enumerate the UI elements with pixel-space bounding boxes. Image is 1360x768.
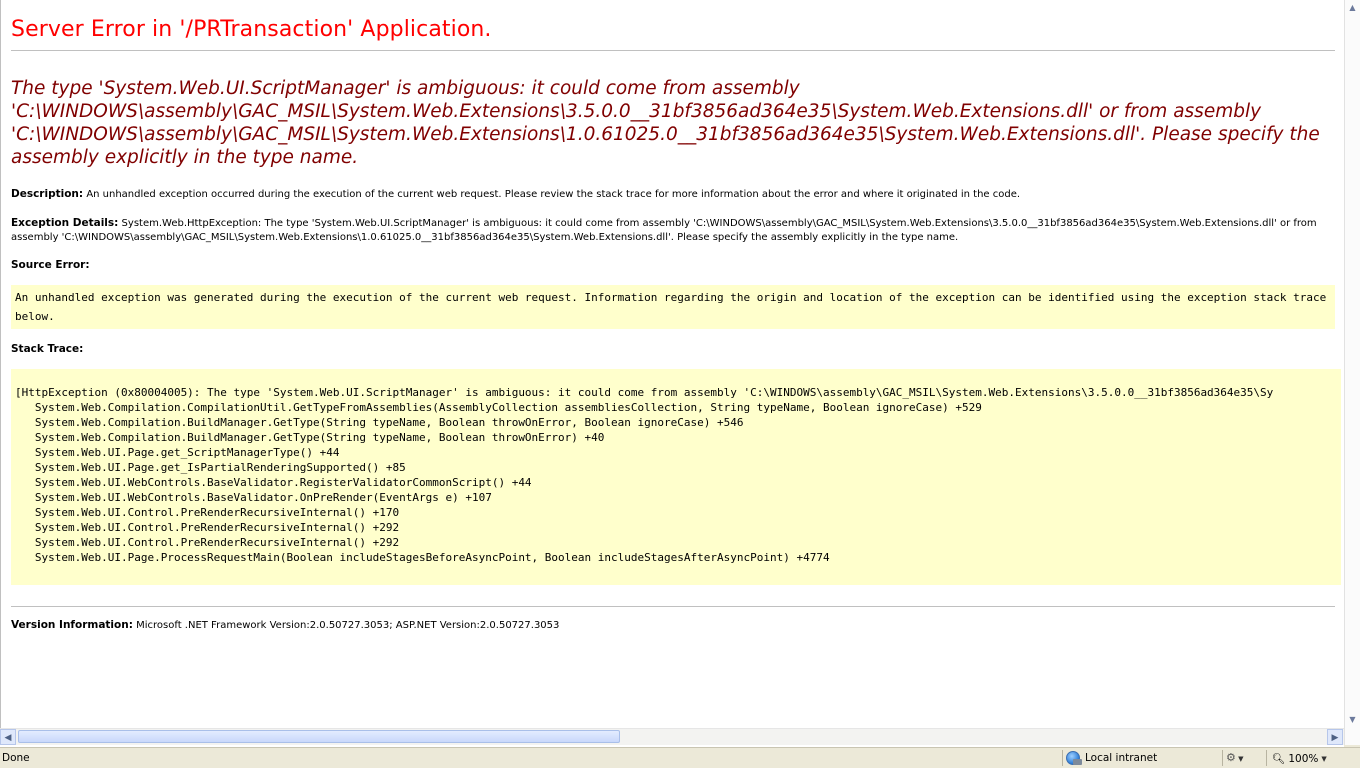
description-block: Description: An unhandled exception occu… <box>11 187 1333 202</box>
source-error-heading: Source Error: <box>11 259 90 271</box>
scroll-up-icon[interactable]: ▲ <box>1345 0 1360 16</box>
description-label: Description: <box>11 188 84 200</box>
source-error-box: An unhandled exception was generated dur… <box>11 285 1335 329</box>
title-divider <box>11 50 1335 51</box>
security-zone[interactable]: Local intranet <box>1066 750 1157 766</box>
zoom-level: 100% <box>1288 752 1319 765</box>
chevron-down-icon: ▼ <box>1235 755 1244 763</box>
status-text: Done <box>2 752 30 764</box>
vertical-scrollbar[interactable]: ▲ ▼ <box>1344 0 1360 745</box>
status-bar: Done Local intranet ⚙ ▼ 🔍︎ 100% ▼ <box>0 747 1360 768</box>
globe-icon <box>1066 751 1082 765</box>
status-separator <box>1222 750 1223 766</box>
stack-trace-heading: Stack Trace: <box>11 343 84 355</box>
page-viewport: Server Error in '/PRTransaction' Applica… <box>0 0 1345 728</box>
version-divider <box>11 606 1335 607</box>
stack-trace-box: [HttpException (0x80004005): The type 'S… <box>11 369 1341 585</box>
version-label: Version Information: <box>11 619 133 631</box>
horizontal-scrollbar[interactable]: ◀ ▶ <box>0 728 1344 745</box>
status-separator <box>1266 750 1267 766</box>
exception-details-text: System.Web.HttpException: The type 'Syst… <box>11 218 1317 243</box>
page-content: Server Error in '/PRTransaction' Applica… <box>1 14 1345 633</box>
status-separator <box>1062 750 1063 766</box>
version-text: Microsoft .NET Framework Version:2.0.507… <box>136 620 560 631</box>
magnifier-icon: 🔍︎ <box>1272 753 1286 765</box>
exception-details-label: Exception Details: <box>11 217 119 229</box>
version-information: Version Information: Microsoft .NET Fram… <box>11 618 1333 633</box>
zoom-control[interactable]: 🔍︎ 100% ▼ <box>1272 752 1327 766</box>
exception-details-block: Exception Details: System.Web.HttpExcept… <box>11 216 1333 245</box>
zone-text: Local intranet <box>1085 752 1158 764</box>
page-title: Server Error in '/PRTransaction' Applica… <box>11 17 492 42</box>
horizontal-scroll-thumb[interactable] <box>18 730 620 743</box>
description-text: An unhandled exception occurred during t… <box>86 189 1021 200</box>
scroll-down-icon[interactable]: ▼ <box>1345 712 1360 728</box>
scroll-right-icon[interactable]: ▶ <box>1327 729 1343 745</box>
protected-mode-icon[interactable]: ⚙ ▼ <box>1226 751 1243 764</box>
scroll-left-icon[interactable]: ◀ <box>0 729 16 745</box>
chevron-down-icon: ▼ <box>1321 754 1327 763</box>
error-message: The type 'System.Web.UI.ScriptManager' i… <box>11 78 1320 168</box>
